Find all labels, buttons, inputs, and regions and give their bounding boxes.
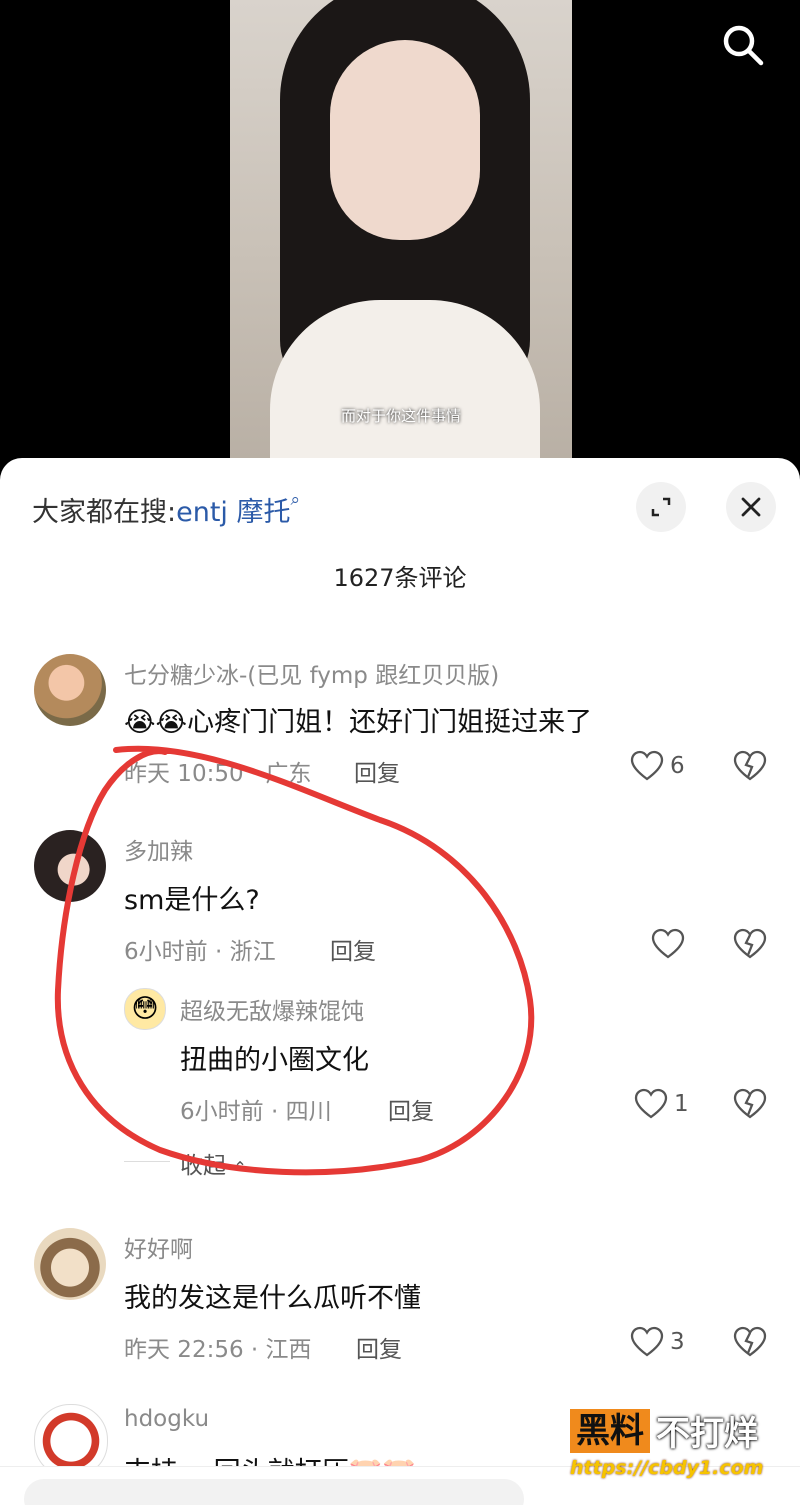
comment-count: 1627条评论 xyxy=(333,564,467,592)
collapse-replies-button[interactable]: 收起 ⌃ xyxy=(180,1146,247,1180)
avatar[interactable] xyxy=(34,654,106,726)
comment-meta: 昨天 10:50 · 广东 xyxy=(124,761,312,787)
reply-meta: 6小时前 · 四川 xyxy=(180,1099,332,1125)
comment-username[interactable]: 多加辣 xyxy=(124,832,193,866)
reply-avatar[interactable]: 😳 xyxy=(124,988,166,1030)
reply-button[interactable]: 回复 xyxy=(354,754,400,788)
close-button[interactable] xyxy=(726,482,776,532)
dislike-button[interactable] xyxy=(733,750,767,786)
comment-text-body: 心疼门门姐！还好门门姐挺过来了 xyxy=(187,707,593,738)
heart-icon xyxy=(630,750,664,781)
comment-input[interactable] xyxy=(24,1479,524,1505)
dislike-button[interactable] xyxy=(733,928,767,964)
reply-button[interactable]: 回复 xyxy=(356,1330,402,1364)
like-button[interactable]: 3 xyxy=(630,1326,685,1358)
video-person-face xyxy=(330,40,480,240)
like-count: 3 xyxy=(670,1329,685,1355)
video-frame[interactable]: 而对于你这件事情 xyxy=(230,0,572,458)
comment-username[interactable]: hdogku xyxy=(124,1406,209,1432)
video-player[interactable]: 而对于你这件事情 xyxy=(0,0,800,470)
search-button[interactable] xyxy=(718,20,766,68)
watermark-url: https://cbdy1.com xyxy=(570,1457,764,1479)
like-button[interactable]: 6 xyxy=(630,750,685,782)
search-icon xyxy=(723,25,764,66)
watermark-box-text: 黑料 xyxy=(570,1408,650,1453)
watermark-rest-text: 不打烊 xyxy=(656,1414,758,1454)
watermark: 黑料 不打烊 https://cbdy1.com xyxy=(570,1406,792,1486)
comment-sheet: 大家都在搜:entj 摩托⌕ 1627条评论 七分糖少冰-(已见 fymp 跟红… xyxy=(0,458,800,1505)
video-subtitle: 而对于你这件事情 xyxy=(340,407,461,425)
comment-text: 我的发这是什么瓜听不懂 xyxy=(124,1283,421,1314)
search-small-icon: ⌕ xyxy=(290,490,301,510)
broken-heart-icon xyxy=(733,1088,767,1119)
like-count: 6 xyxy=(670,753,685,779)
reply-text: 扭曲的小圈文化 xyxy=(180,1045,369,1076)
like-button[interactable]: 1 xyxy=(634,1088,689,1120)
hot-search-prefix: 大家都在搜: xyxy=(32,497,177,528)
reply-button[interactable]: 回复 xyxy=(388,1092,434,1126)
like-count: 1 xyxy=(674,1091,689,1117)
comment-username[interactable]: 七分糖少冰-(已见 fymp 跟红贝贝版) xyxy=(124,656,499,690)
avatar[interactable] xyxy=(34,1228,106,1300)
hot-search-keyword[interactable]: entj 摩托 xyxy=(176,497,290,528)
watermark-title: 黑料 不打烊 xyxy=(570,1406,792,1455)
comment-meta: 昨天 22:56 · 江西 xyxy=(124,1337,312,1363)
collapse-divider xyxy=(124,1161,170,1162)
comment-username[interactable]: 好好啊 xyxy=(124,1230,193,1264)
collapse-label: 收起 xyxy=(180,1153,226,1179)
broken-heart-icon xyxy=(733,750,767,781)
flushed-face-icon: 😳 xyxy=(131,994,159,1024)
like-button[interactable] xyxy=(651,928,685,960)
heart-icon xyxy=(651,928,685,959)
expand-button[interactable] xyxy=(636,482,686,532)
reply-username[interactable]: 超级无敌爆辣馄饨 xyxy=(180,992,364,1026)
avatar[interactable] xyxy=(34,830,106,902)
hot-search-bar[interactable]: 大家都在搜:entj 摩托⌕ xyxy=(32,490,300,529)
comment-meta: 6小时前 · 浙江 xyxy=(124,939,276,965)
chevron-up-icon: ⌃ xyxy=(233,1158,247,1177)
comment-text: 😭😭心疼门门姐！还好门门姐挺过来了 xyxy=(124,700,592,739)
crying-emoji-icon: 😭😭 xyxy=(124,707,188,738)
comment-text: sm是什么? xyxy=(124,885,260,916)
dislike-button[interactable] xyxy=(733,1326,767,1362)
heart-icon xyxy=(630,1326,664,1357)
dislike-button[interactable] xyxy=(733,1088,767,1124)
reply-button[interactable]: 回复 xyxy=(330,932,376,966)
heart-icon xyxy=(634,1088,668,1119)
broken-heart-icon xyxy=(733,928,767,959)
expand-icon xyxy=(651,497,671,517)
broken-heart-icon xyxy=(733,1326,767,1357)
close-icon xyxy=(741,497,761,517)
